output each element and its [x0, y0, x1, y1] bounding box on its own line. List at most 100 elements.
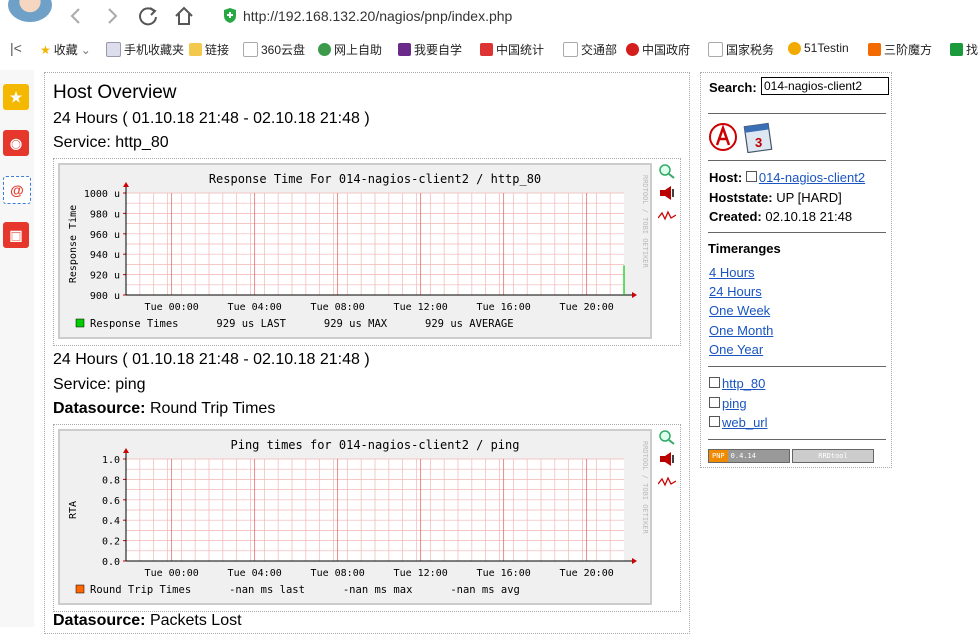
divider [708, 113, 886, 114]
host-overview-panel: Host Overview 24 Hours ( 01.10.18 21:48 … [44, 72, 690, 634]
bookmark-stats[interactable]: 中国统计 [480, 41, 544, 58]
timerange-one-year[interactable]: One Year [709, 342, 763, 357]
ping-graph[interactable]: 1.0 0.8 0.6 0.4 0.2 0.0 Tue 00:00 Tue 04:00 Tue … [58, 429, 652, 605]
datasource-label: Datasource: [53, 612, 146, 629]
zoom-icon[interactable] [658, 163, 676, 179]
testin-icon [788, 41, 801, 55]
x-tick-label: Tue 16:00 [477, 302, 531, 313]
bookmark-tax[interactable]: 国家税务 [708, 41, 774, 58]
search-input[interactable] [761, 77, 889, 95]
rrdtool-badge[interactable]: RRDtool [792, 449, 874, 463]
service-label: Service: ping [53, 376, 146, 393]
bookmark-gov[interactable]: 中国政府 [626, 41, 690, 58]
legend-text: Round Trip Times -nan ms last -nan ms ma… [90, 584, 520, 596]
address-bar[interactable]: http://192.168.132.20/nagios/pnp/index.p… [215, 3, 979, 29]
created-row: Created: 02.10.18 21:48 [709, 209, 852, 224]
bookmark-favorites[interactable]: ★ 收藏 ⌄ [40, 41, 91, 58]
service-label: Service: http_80 [53, 134, 169, 151]
host-row: Host: 014-nagios-client2 [709, 170, 865, 185]
x-tick-label: Tue 00:00 [145, 302, 199, 313]
external-link-icon [709, 377, 720, 388]
bookmark-find[interactable]: 找 [950, 41, 978, 58]
doc-icon [106, 42, 121, 57]
x-tick-label: Tue 08:00 [311, 568, 365, 579]
x-tick-label: Tue 04:00 [228, 568, 282, 579]
home-icon[interactable] [172, 4, 196, 28]
created-value: 02.10.18 21:48 [765, 209, 853, 224]
watermark: RRDTOOL / TOBI OETIKER [641, 441, 649, 535]
forward-icon[interactable] [100, 4, 124, 28]
chart-title: Ping times for 014-nagios-client2 / ping [231, 438, 520, 452]
service-link-row: web_url [709, 415, 768, 430]
x-axis-arrow [632, 292, 637, 298]
x-tick-label: Tue 16:00 [477, 568, 531, 579]
hoststate-row: Hoststate: UP [HARD] [709, 190, 842, 205]
time-range-label: 24 Hours ( 01.10.18 21:48 - 02.10.18 21:… [53, 351, 370, 368]
chart-ping-svg: 1.0 0.8 0.6 0.4 0.2 0.0 Tue 00:00 Tue 04:00 Tue … [68, 438, 649, 596]
timeranges-heading: Timeranges [708, 241, 781, 256]
search-label: Search: [709, 80, 757, 95]
y-tick-label: 0.4 [102, 516, 120, 527]
pdf-icon[interactable] [708, 121, 738, 156]
reload-icon[interactable] [136, 4, 160, 28]
bookmark-links[interactable]: 链接 [189, 41, 229, 58]
datasource-label: Datasource: [53, 400, 146, 417]
pnp-badge[interactable]: PNP 0.4.14 [708, 449, 790, 463]
v-icon [398, 43, 411, 56]
x-axis-arrow [632, 558, 637, 564]
graph-icon[interactable] [657, 475, 677, 491]
sidebar-toggle-icon[interactable]: |< [10, 40, 22, 56]
y-axis-arrow [123, 448, 129, 453]
bookmark-study[interactable]: 我要自学 [398, 41, 462, 58]
l-icon [950, 43, 963, 56]
created-label: Created: [709, 209, 762, 224]
y-axis-label: Response Time [68, 205, 79, 283]
emblem-icon [626, 43, 639, 56]
page-title: Host Overview [53, 82, 177, 103]
pnp-badge-version: 0.4.14 [727, 450, 789, 462]
timerange-one-month[interactable]: One Month [709, 323, 773, 338]
svg-text:3: 3 [755, 135, 762, 150]
star-icon[interactable]: ★ [3, 84, 29, 110]
service-link-web-url[interactable]: web_url [722, 415, 768, 430]
host-link[interactable]: 014-nagios-client2 [759, 170, 865, 185]
y-tick-label: 0.0 [102, 557, 120, 568]
datasource-line: Datasource: Packets Lost [53, 612, 242, 630]
datasource-value: Packets Lost [149, 612, 242, 629]
report-icon[interactable] [658, 185, 676, 201]
bookmark-mobile[interactable]: 手机收藏夹 [106, 41, 184, 58]
calendar-icon[interactable]: 3 [743, 119, 775, 156]
external-link-icon [745, 171, 757, 182]
weibo-icon[interactable]: ◉ [3, 130, 29, 156]
response-time-graph[interactable]: 1000 u 980 u 960 u 940 u 920 u 900 u Tue 00:00… [58, 163, 652, 339]
bookmark-360yun[interactable]: 360云盘 [243, 41, 305, 58]
timerange-24-hours[interactable]: 24 Hours [709, 284, 762, 299]
game-icon[interactable]: ▣ [3, 222, 29, 248]
chart-http-svg: 1000 u 980 u 960 u 940 u 920 u 900 u Tue 00:00… [68, 172, 649, 330]
bookmark-51testin[interactable]: 51Testin [788, 41, 849, 55]
divider [708, 366, 886, 367]
x-tick-label: Tue 12:00 [394, 302, 448, 313]
zoom-icon[interactable] [658, 429, 676, 445]
back-icon[interactable] [64, 4, 88, 28]
bookmark-transport[interactable]: 交通部 [563, 41, 617, 58]
bookmark-cube[interactable]: 三阶魔方 [868, 41, 932, 58]
graph-icon[interactable] [657, 209, 677, 225]
timerange-one-week[interactable]: One Week [709, 303, 770, 318]
service-link-http[interactable]: http_80 [722, 376, 765, 391]
page-icon [563, 42, 578, 57]
cube-icon [868, 43, 881, 56]
mail-icon[interactable]: @ [3, 176, 31, 204]
url-text[interactable]: http://192.168.132.20/nagios/pnp/index.p… [243, 8, 512, 24]
report-icon[interactable] [658, 451, 676, 467]
browser-sidebar: ★ ◉ @ ▣ [0, 70, 34, 627]
side-panel: Search: 3 Host: 014-nagios-client2 Hosts… [700, 72, 892, 468]
bookmark-online[interactable]: 网上自助 [318, 41, 382, 58]
service-link-row: http_80 [709, 376, 765, 391]
user-avatar[interactable] [8, 0, 52, 22]
external-link-icon [709, 416, 720, 427]
timerange-4-hours[interactable]: 4 Hours [709, 265, 755, 280]
hoststate-label: Hoststate: [709, 190, 773, 205]
page-icon [708, 42, 723, 57]
service-link-ping[interactable]: ping [722, 396, 747, 411]
